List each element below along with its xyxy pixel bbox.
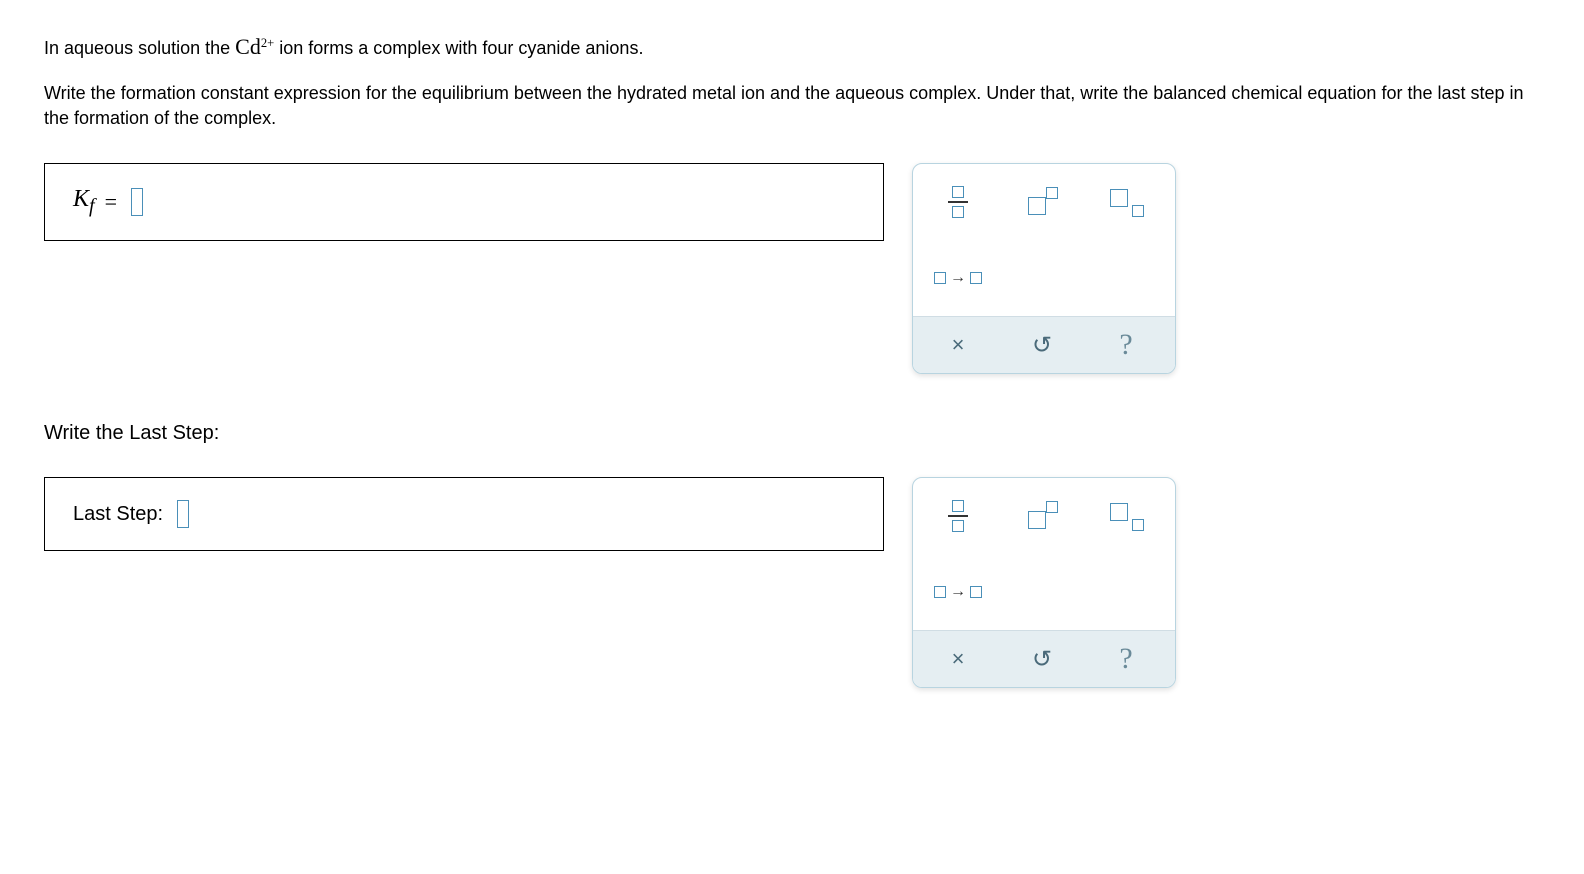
- laststep-field-label: Last Step:: [73, 503, 163, 526]
- problem-line-1: In aqueous solution the Cd2+ ion forms a…: [44, 32, 1540, 63]
- kf-answer-box[interactable]: Kf =: [44, 163, 884, 241]
- fraction-button[interactable]: [919, 174, 997, 230]
- fraction-button[interactable]: [919, 488, 997, 544]
- clear-button[interactable]: ×: [919, 321, 997, 369]
- reaction-arrow-icon: →: [934, 583, 982, 601]
- help-button[interactable]: ?: [1087, 321, 1165, 369]
- fraction-icon: [948, 186, 968, 218]
- problem-line-2: Write the formation constant expression …: [44, 81, 1540, 131]
- undo-icon: ↺: [1032, 645, 1052, 674]
- problem-line-1-post: ion forms a complex with four cyanide an…: [279, 38, 643, 58]
- problem-line-1-pre: In aqueous solution the: [44, 38, 235, 58]
- ion-charge: 2+: [261, 36, 274, 50]
- close-icon: ×: [952, 332, 965, 358]
- subscript-button[interactable]: [1087, 488, 1165, 544]
- superscript-button[interactable]: [1003, 488, 1081, 544]
- fraction-icon: [948, 500, 968, 532]
- undo-button[interactable]: ↺: [1003, 321, 1081, 369]
- subscript-button[interactable]: [1087, 174, 1165, 230]
- reaction-arrow-button[interactable]: →: [919, 564, 997, 620]
- kf-symbol: Kf: [73, 186, 95, 218]
- subscript-icon: [1108, 187, 1144, 217]
- kf-row: Kf = →: [44, 163, 1540, 374]
- equals-sign: =: [105, 189, 117, 215]
- reaction-arrow-button[interactable]: →: [919, 250, 997, 306]
- help-icon: ?: [1119, 328, 1132, 362]
- subscript-icon: [1108, 501, 1144, 531]
- laststep-row: Last Step: →: [44, 477, 1540, 688]
- help-button[interactable]: ?: [1087, 635, 1165, 683]
- last-step-section-label: Write the Last Step:: [44, 422, 1540, 445]
- laststep-answer-box[interactable]: Last Step:: [44, 477, 884, 551]
- undo-button[interactable]: ↺: [1003, 635, 1081, 683]
- superscript-button[interactable]: [1003, 174, 1081, 230]
- superscript-icon: [1026, 187, 1058, 217]
- undo-icon: ↺: [1032, 331, 1052, 360]
- reaction-arrow-icon: →: [934, 269, 982, 287]
- close-icon: ×: [952, 646, 965, 672]
- help-icon: ?: [1119, 642, 1132, 676]
- laststep-input[interactable]: [177, 500, 189, 528]
- kf-input[interactable]: [131, 188, 143, 216]
- laststep-toolbox: → × ↺ ?: [912, 477, 1176, 688]
- kf-toolbox: → × ↺ ?: [912, 163, 1176, 374]
- clear-button[interactable]: ×: [919, 635, 997, 683]
- superscript-icon: [1026, 501, 1058, 531]
- ion-symbol: Cd: [235, 34, 261, 59]
